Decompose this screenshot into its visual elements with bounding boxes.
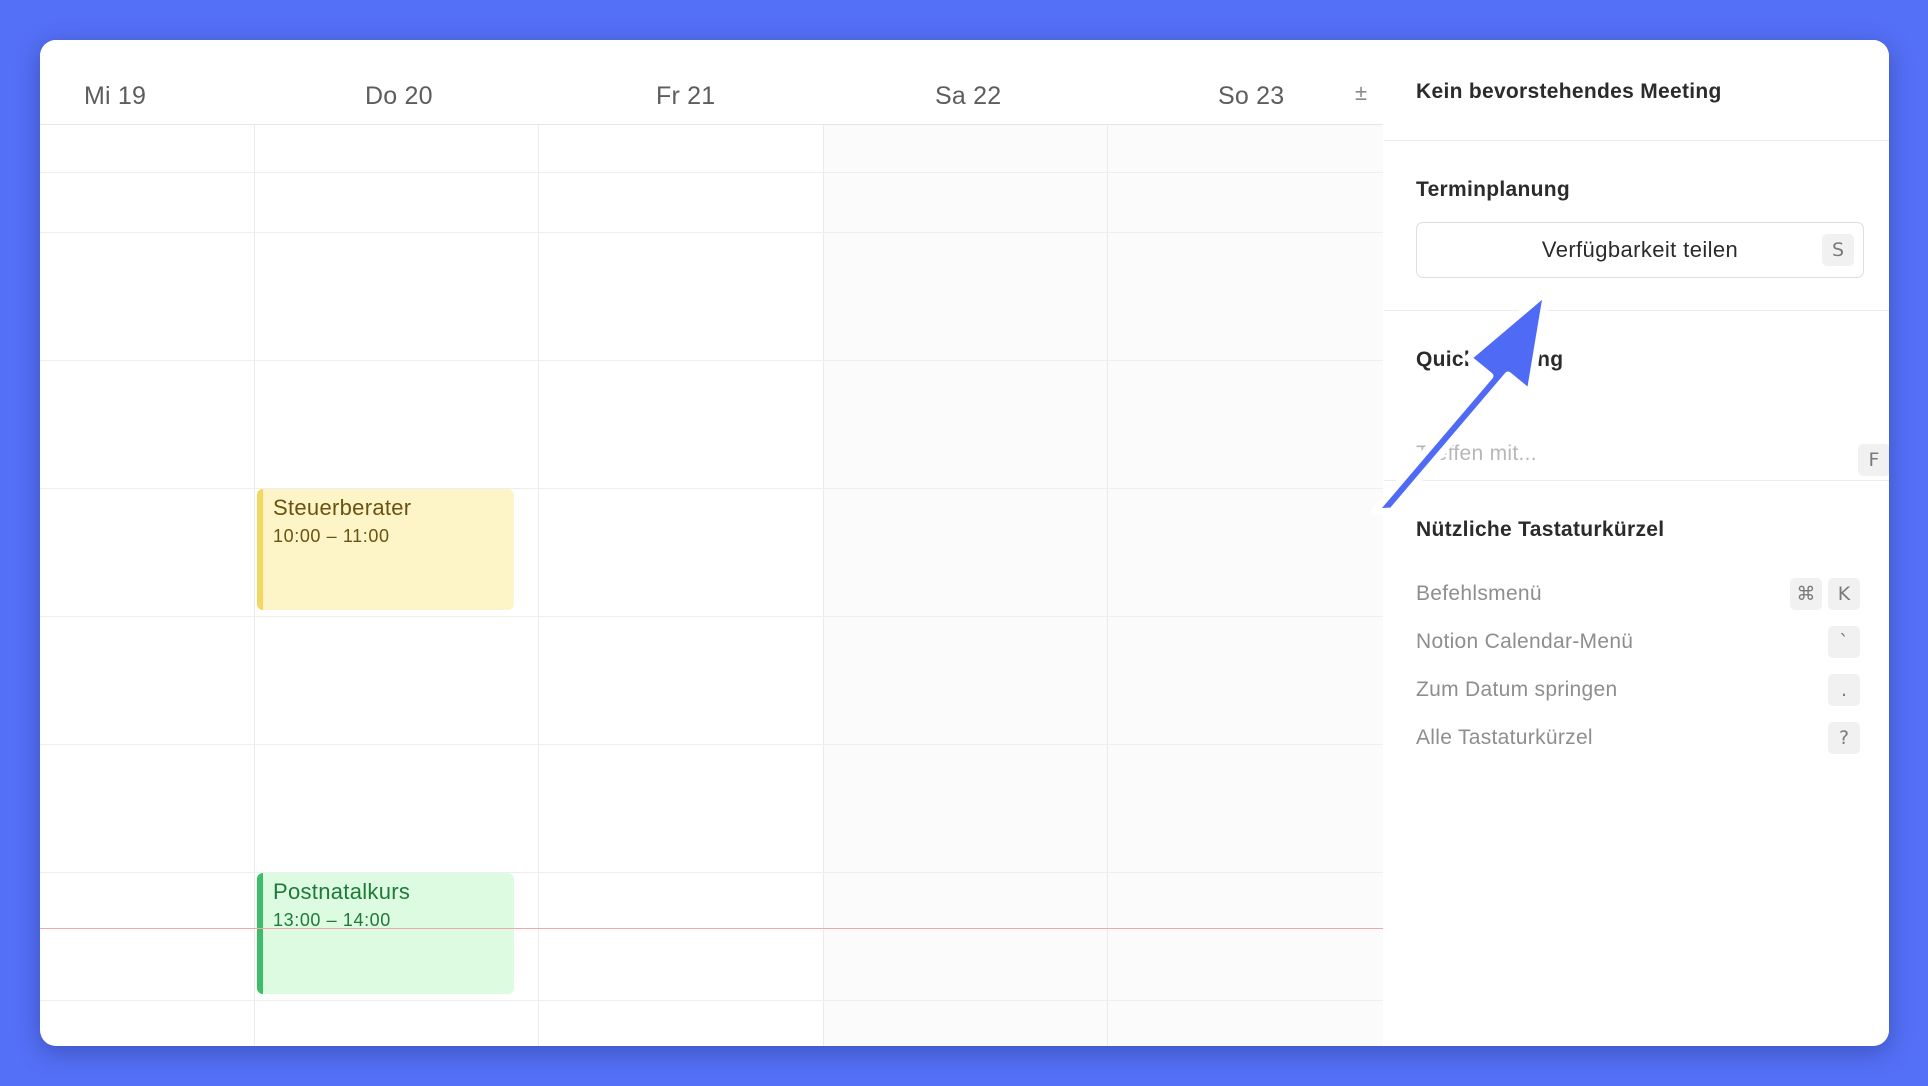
event-postnatalkurs[interactable]: Postnatalkurs 13:00 – 14:00 [257,873,514,994]
shortcut-keys: ` [1828,626,1860,658]
day-header-sun[interactable]: So 23 [1218,82,1284,111]
column-divider [823,125,824,1046]
section-divider [1384,310,1889,311]
command-key-icon: ⌘ [1790,578,1822,610]
shortcut-row-jump-to-date[interactable]: Zum Datum springen . [1416,674,1860,706]
shortcut-row-all-shortcuts[interactable]: Alle Tastaturkürzel ? [1416,722,1860,754]
section-divider [1384,480,1889,481]
shortcut-label: Zum Datum springen [1416,678,1618,701]
scheduling-heading: Terminplanung [1416,178,1571,201]
side-panel: Kein bevorstehendes Meeting Terminplanun… [1384,40,1889,1046]
current-time-line [40,928,1383,929]
shortcut-keys: ? [1828,722,1860,754]
shortcut-key-f: F [1858,444,1889,476]
shortcut-key-s: S [1822,234,1854,266]
shortcut-row-calendar-menu[interactable]: Notion Calendar-Menü ` [1416,626,1860,658]
section-divider [1384,140,1889,141]
hour-line [40,872,1383,873]
hour-line [40,172,1383,173]
day-header: Mi 19 Do 20 Fr 21 Sa 22 So 23 ± [40,40,1383,125]
shortcut-keys: . [1828,674,1860,706]
event-title: Steuerberater [273,495,412,520]
event-steuerberater[interactable]: Steuerberater 10:00 – 11:00 [257,489,514,610]
share-availability-label: Verfügbarkeit teilen [1541,237,1739,262]
weekend-column-sun [1108,125,1383,1046]
hour-line [40,488,1383,489]
shortcut-row-command-menu[interactable]: Befehlsmenü ⌘ K [1416,578,1860,610]
hour-line [40,232,1383,233]
hour-line [40,360,1383,361]
quick-meeting-input[interactable]: Treffen mit... [1416,442,1537,466]
day-header-wed[interactable]: Mi 19 [84,82,146,111]
event-color-bar [257,873,263,994]
shortcut-key: ` [1828,626,1860,658]
shortcut-key: K [1828,578,1860,610]
day-header-thu[interactable]: Do 20 [365,82,433,111]
time-grid[interactable]: Steuerberater 10:00 – 11:00 Postnatalkur… [40,125,1383,1046]
calendar-window: Mi 19 Do 20 Fr 21 Sa 22 So 23 ± Steuerbe… [40,40,1889,1046]
column-divider [254,125,255,1046]
column-divider [538,125,539,1046]
shortcut-label: Befehlsmenü [1416,582,1542,605]
hour-line [40,744,1383,745]
week-calendar: Mi 19 Do 20 Fr 21 Sa 22 So 23 ± Steuerbe… [40,40,1383,1046]
shortcut-label: Notion Calendar-Menü [1416,630,1634,653]
shortcut-label: Alle Tastaturkürzel [1416,726,1593,749]
hour-line [40,1000,1383,1001]
quick-meeting-heading: Quick Meeting [1416,348,1564,371]
event-time: 10:00 – 11:00 [273,526,390,546]
shortcut-key: ? [1828,722,1860,754]
day-header-sat[interactable]: Sa 22 [935,82,1001,111]
day-header-fri[interactable]: Fr 21 [656,82,715,111]
hour-line [40,616,1383,617]
shortcut-keys: ⌘ K [1790,578,1860,610]
upcoming-meeting-heading: Kein bevorstehendes Meeting [1416,80,1722,103]
weekend-column-sat [823,125,1107,1046]
event-title: Postnatalkurs [273,879,411,904]
column-divider [1107,125,1108,1046]
timezone-toggle-icon[interactable]: ± [1355,80,1367,106]
event-color-bar [257,489,263,610]
shortcuts-heading: Nützliche Tastaturkürzel [1416,518,1665,541]
share-availability-button[interactable]: Verfügbarkeit teilen S [1416,222,1864,278]
shortcut-key: . [1828,674,1860,706]
